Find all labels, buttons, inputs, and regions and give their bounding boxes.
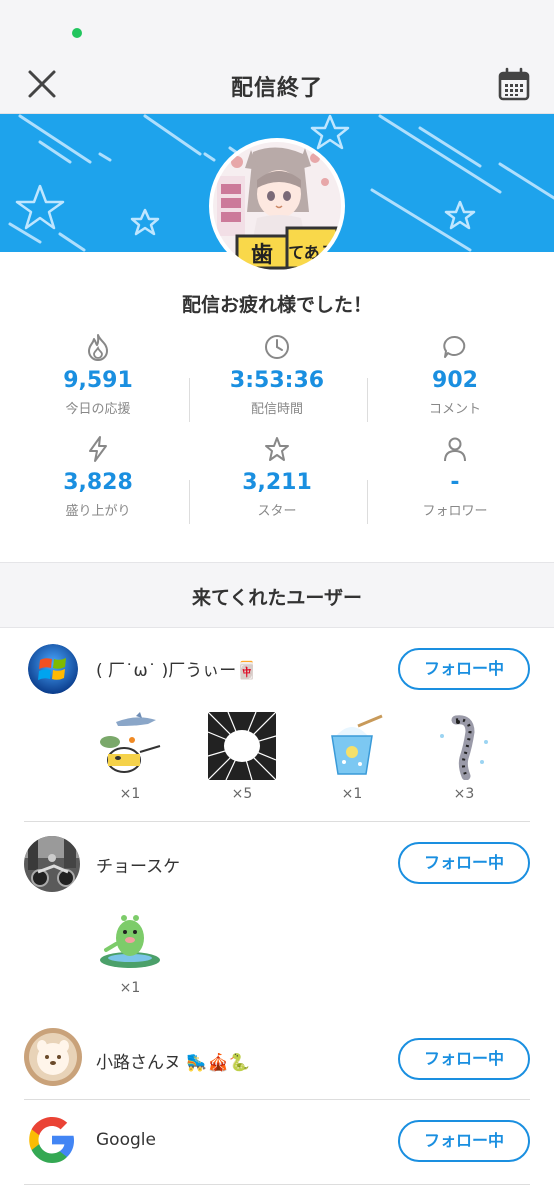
stat-label: 盛り上がり: [65, 504, 131, 519]
clock-icon: [265, 335, 289, 359]
recording-indicator-dot: [72, 28, 82, 38]
stat-stars: 3,211 スター: [185, 434, 369, 519]
star-icon: [265, 437, 289, 461]
top-app-bar: 配信終了: [0, 56, 554, 114]
stat-label: 配信時間: [250, 402, 303, 417]
gift-item: ×1: [90, 906, 170, 996]
follow-button[interactable]: フォロー中: [398, 1120, 530, 1162]
gift-item: ×1: [90, 712, 170, 802]
stat-comments: 902 コメント: [363, 332, 547, 417]
latte-art-avatar-icon: [24, 1028, 82, 1086]
gift-count: ×3: [453, 786, 475, 802]
stat-label: コメント: [428, 402, 481, 417]
garden-eel-gift-icon: [440, 715, 488, 781]
calendar-icon: [498, 67, 530, 101]
stat-value: 3,211: [242, 470, 312, 495]
stat-value: -: [450, 470, 460, 495]
user-name: チョースケ: [96, 857, 181, 877]
user-name: Google: [96, 1130, 156, 1150]
motorcycle-photo-avatar-icon: [24, 836, 80, 892]
thanks-message: 配信お疲れ様でした！: [181, 294, 372, 316]
user-avatar[interactable]: [24, 1028, 82, 1086]
stat-label: スター: [257, 504, 297, 519]
gift-count: ×1: [119, 980, 141, 996]
streamer-avatar[interactable]: 歯 てある: [209, 138, 345, 274]
person-icon: [444, 437, 466, 462]
shaved-ice-gift-icon: [331, 714, 383, 775]
speed-lines-gift-icon: [207, 711, 277, 781]
svg-text:歯: 歯: [251, 242, 273, 268]
section-title: 来てくれたユーザー: [191, 587, 363, 609]
stat-followers: - フォロワー: [363, 434, 547, 519]
status-bar: [0, 0, 554, 56]
stat-value: 902: [432, 368, 478, 393]
page-title: 配信終了: [230, 76, 323, 101]
divider: [24, 1099, 530, 1100]
follow-button[interactable]: フォロー中: [398, 1038, 530, 1080]
stat-value: 9,591: [63, 368, 133, 393]
user-avatar[interactable]: [24, 1112, 80, 1168]
dino-ufo-gift-icon: [100, 915, 160, 968]
divider: [24, 821, 530, 822]
anime-girl-avatar-icon: 歯 てある: [213, 142, 341, 270]
gift-count: ×1: [119, 786, 141, 802]
gift-item: ×3: [424, 712, 504, 802]
shark-turtle-pot-gift-icon: [100, 712, 161, 773]
flame-icon: [88, 334, 108, 361]
stat-duration: 3:53:36 配信時間: [185, 332, 369, 417]
gift-item: ×5: [202, 711, 282, 802]
calendar-button[interactable]: [494, 64, 534, 104]
visitors-section-header: 来てくれたユーザー: [0, 562, 554, 628]
user-avatar[interactable]: [24, 836, 80, 892]
google-logo-icon: [29, 1117, 74, 1163]
stream-stats: 9,591 今日の応援 3:53:36 配信時間 902 コメント 3,828 …: [0, 332, 554, 536]
gift-count: ×5: [231, 786, 253, 802]
gift-item: ×1: [312, 712, 392, 802]
follow-button[interactable]: フォロー中: [398, 648, 530, 690]
stat-excitement: 3,828 盛り上がり: [6, 434, 190, 519]
divider: [24, 1184, 530, 1185]
svg-text:てある: てある: [288, 243, 336, 262]
user-avatar[interactable]: [28, 644, 78, 694]
stat-label: フォロワー: [422, 504, 488, 519]
stat-support: 9,591 今日の応援: [6, 332, 190, 417]
stats-row-1: 9,591 今日の応援 3:53:36 配信時間 902 コメント: [0, 332, 554, 434]
user-name: ( 厂˙ω˙ )厂うぃー🀄️: [96, 661, 258, 681]
gift-count: ×1: [341, 786, 363, 802]
stat-value: 3,828: [63, 470, 133, 495]
windows-logo-avatar-icon: [28, 644, 78, 694]
comment-icon: [443, 335, 466, 358]
follow-button[interactable]: フォロー中: [398, 842, 530, 884]
stat-label: 今日の応援: [65, 402, 131, 417]
user-name: 小路さんヌ 🛼🎪🐍: [96, 1053, 250, 1073]
stats-row-2: 3,828 盛り上がり 3,211 スター - フォロワー: [0, 434, 554, 536]
stat-value: 3:53:36: [229, 368, 325, 393]
lightning-icon: [89, 436, 107, 462]
